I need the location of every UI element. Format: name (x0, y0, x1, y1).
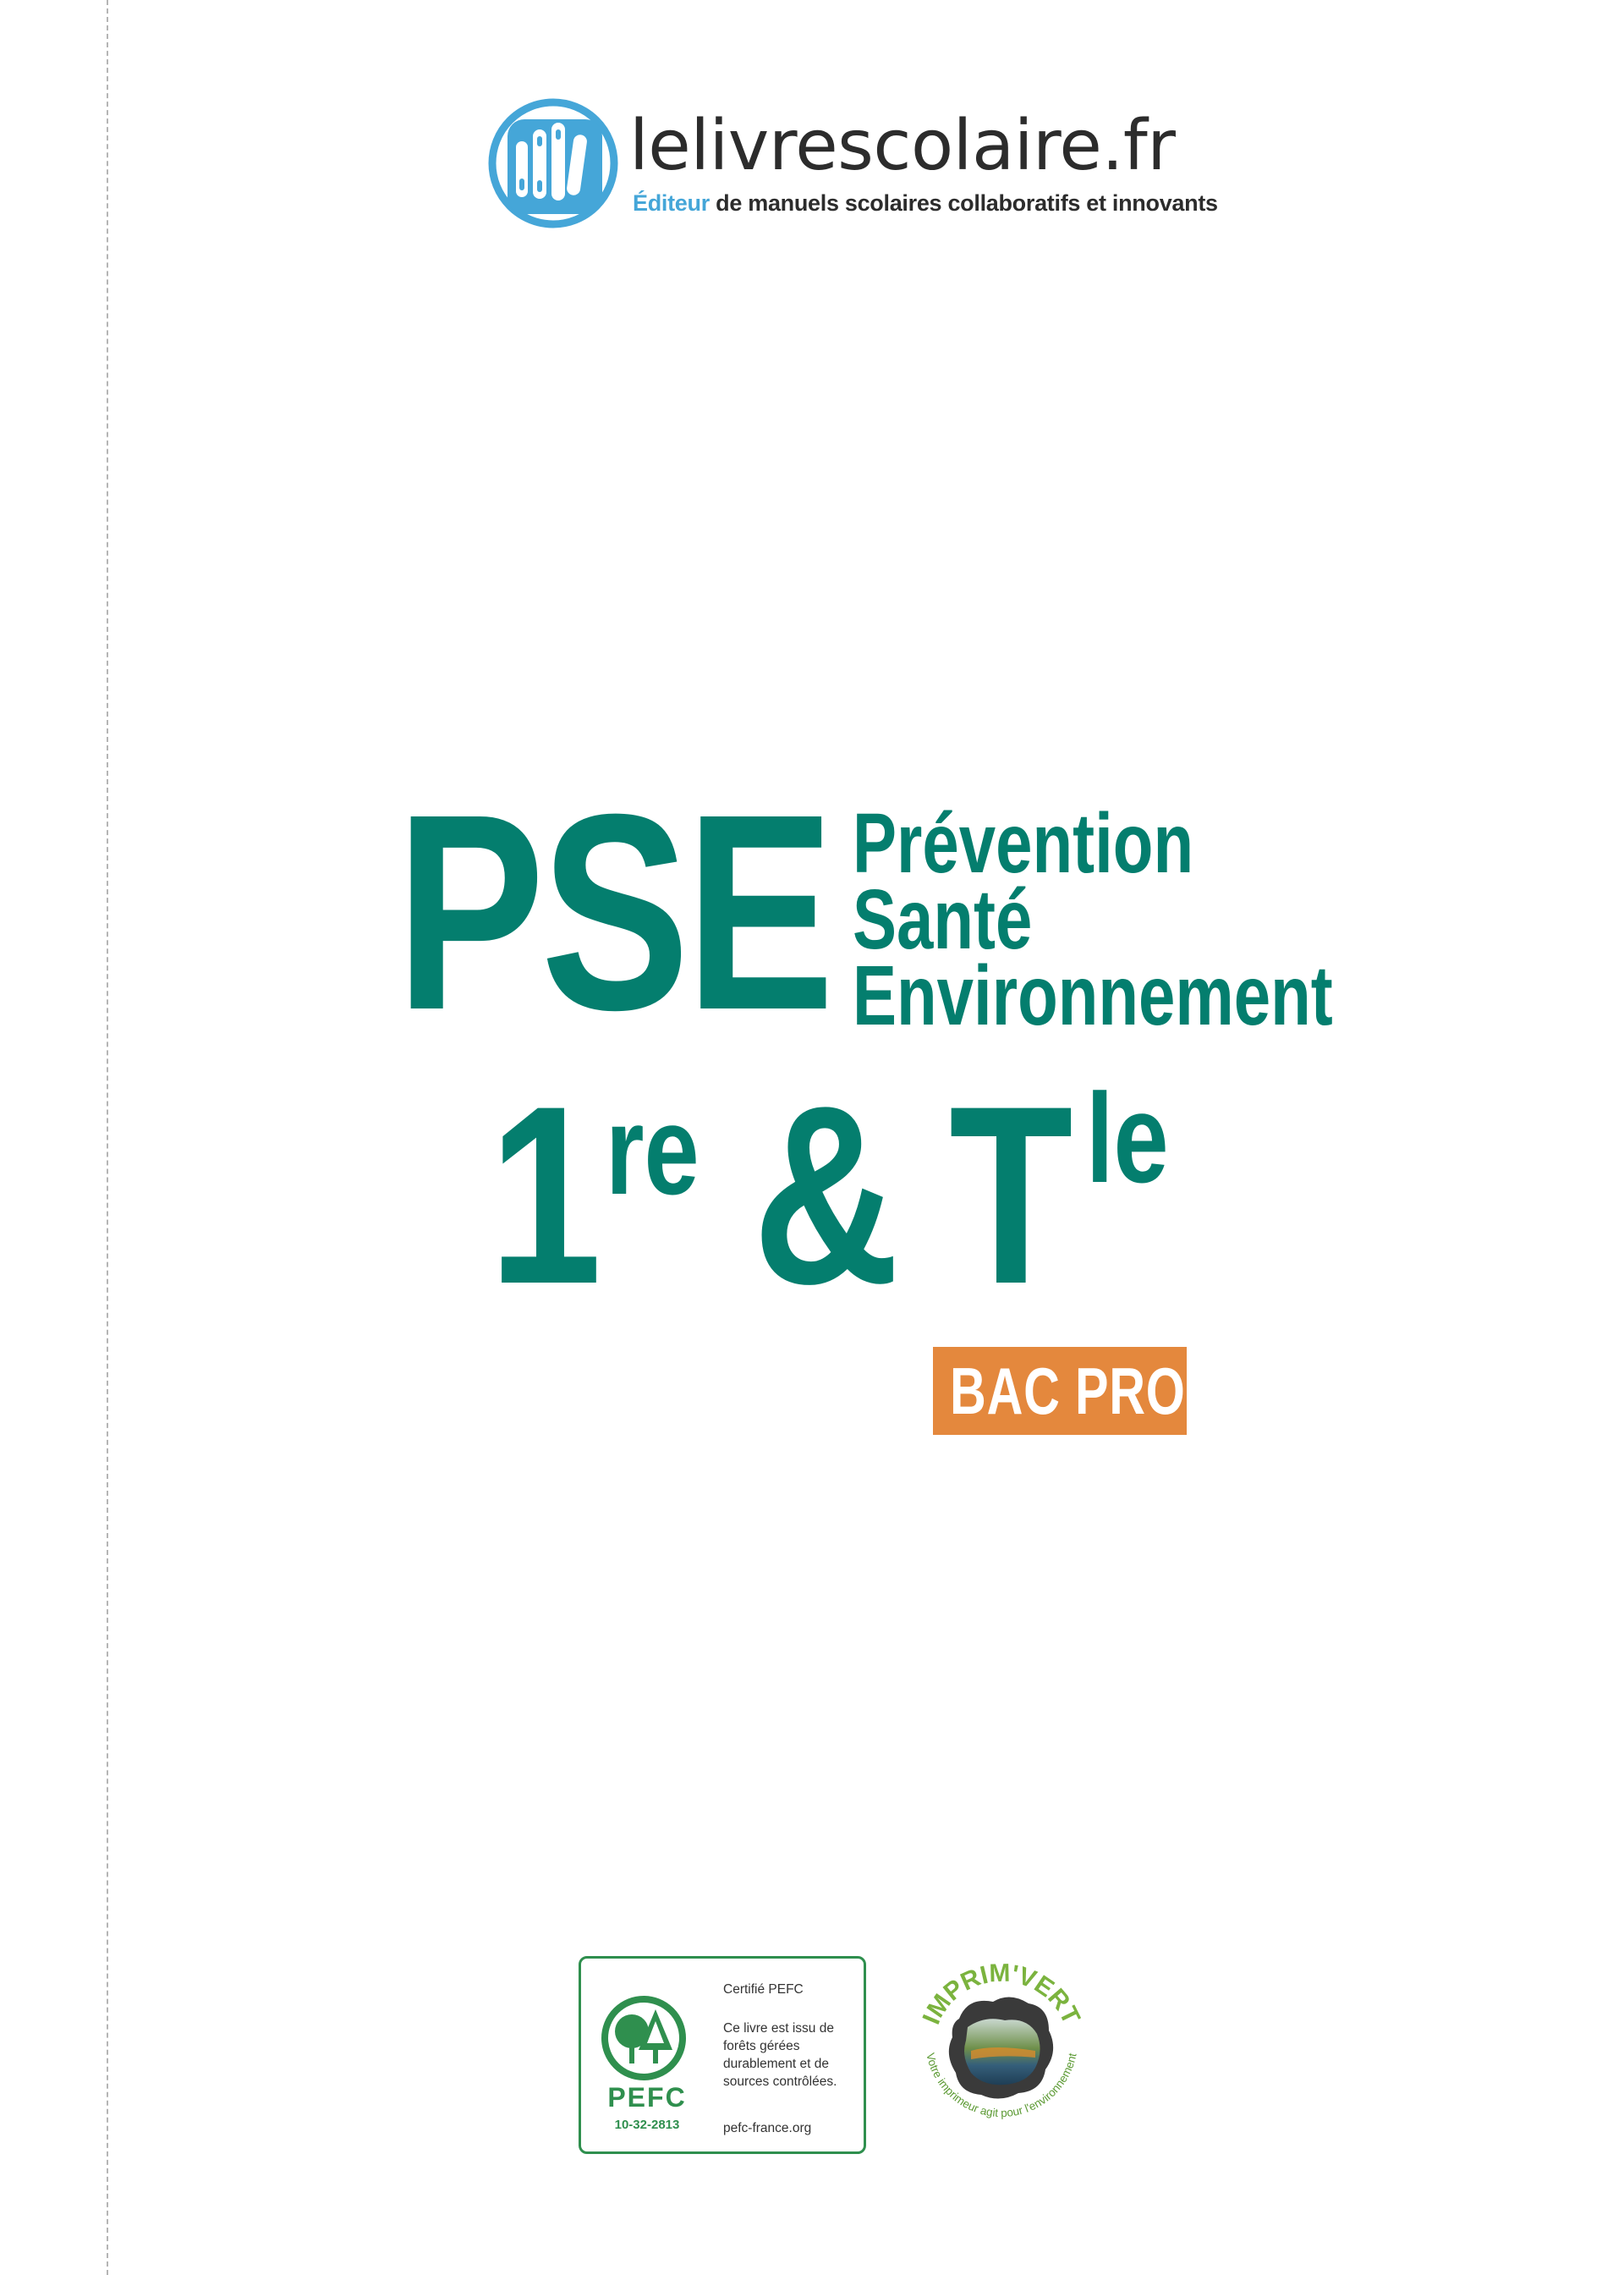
pefc-description: Ce livre est issu de forêts gérées durab… (723, 2021, 837, 2089)
tagline-text: de manuels scolaires collaboratifs et in… (709, 190, 1218, 216)
books-logo-icon (488, 98, 618, 228)
grade-second: T (949, 1052, 1073, 1337)
tagline-accent: Éditeur (633, 190, 710, 216)
pefc-website: pefc-france.org (723, 2121, 812, 2135)
grade-first: 1 (489, 1052, 602, 1337)
grade-second-superscript: le (1086, 1067, 1169, 1209)
imprim-vert-seal-icon: IMPRIM'VERT Votre imprimeur agit pour l'… (918, 1959, 1085, 2119)
publisher-name: lelivrescolaire.fr (629, 106, 1176, 186)
cut-line (107, 0, 108, 2275)
subtitle-line-environnement: Environnement (853, 948, 1333, 1043)
pefc-certified: Certifié PEFC (723, 1982, 804, 1997)
grade-first-superscript: re (606, 1079, 700, 1221)
title-subtitle: Prévention Santé Environnement (853, 796, 1333, 1043)
publisher-tagline: Éditeur de manuels scolaires collaborati… (633, 188, 1218, 218)
pefc-certification: PEFC 10-32-2813 Certifié PEFC Ce livre e… (579, 1956, 866, 2154)
pefc-number: 10-32-2813 (614, 2118, 680, 2132)
subtitle-line-prevention: Prévention (853, 796, 1194, 891)
grade-ampersand: & (753, 1052, 900, 1337)
level-badge: BAC PRO (933, 1347, 1187, 1435)
title-acronym: PSE (396, 756, 835, 1068)
level-badge-label: BAC PRO (950, 1354, 1186, 1428)
pefc-trees-icon (601, 1996, 686, 2080)
pefc-logo-word: PEFC (607, 2082, 687, 2113)
subtitle-line-sante: Santé (853, 872, 1033, 967)
